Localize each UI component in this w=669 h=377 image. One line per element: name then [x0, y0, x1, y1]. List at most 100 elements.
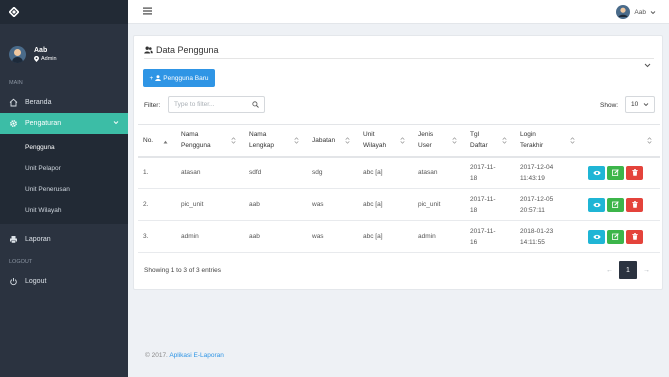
filter-field [168, 96, 265, 113]
view-button[interactable] [588, 165, 605, 180]
footer-link[interactable]: Aplikasi E-Laporan [169, 352, 224, 359]
delete-button[interactable] [626, 197, 643, 212]
col-jenis-user[interactable]: Jenis User [413, 124, 465, 158]
col-no[interactable]: No. [138, 124, 176, 158]
col-nama-lengkap[interactable]: Nama Lengkap [244, 124, 307, 158]
edit-icon [612, 169, 619, 177]
col-login-terakhir[interactable]: Login Terakhir [515, 124, 583, 158]
col-unit-wilayah[interactable]: Unit Wilayah [358, 124, 413, 158]
cell-tgl-daftar: 2017-11- 18 [465, 156, 515, 189]
pagination: ← 1 → [606, 261, 650, 279]
filter-label: Filter: [144, 102, 161, 109]
printer-icon [9, 235, 18, 244]
user-menu[interactable]: Aab [616, 5, 656, 19]
user-icon [155, 75, 162, 81]
footer: © 2017. Aplikasi E-Laporan [145, 352, 224, 359]
edit-button[interactable] [607, 197, 624, 212]
search-icon [252, 101, 259, 108]
cell-nama-pengguna: atasan [176, 156, 244, 189]
chevron-down-icon[interactable] [644, 63, 651, 68]
cell-no: 2. [138, 188, 176, 221]
page-size-select[interactable]: 10 [625, 96, 655, 113]
view-button[interactable] [588, 197, 605, 212]
table-row: 3. admin aab was abc [a] admin 2017-11- 1… [138, 220, 660, 253]
cell-actions [583, 220, 660, 253]
cell-nama-pengguna: pic_unit [176, 188, 244, 221]
cell-nama-lengkap: sdfd [244, 156, 307, 189]
user-panel: Aab Admin [0, 24, 128, 76]
cell-jenis-user: admin [413, 220, 465, 253]
sidebar-item-logout[interactable]: Logout [0, 271, 128, 292]
eye-icon [592, 234, 601, 239]
col-actions[interactable] [583, 124, 660, 158]
edit-icon [612, 201, 619, 208]
cell-login-terakhir: 2018-01-23 14:11:55 [515, 220, 583, 253]
plus-icon: + [149, 74, 154, 82]
sidebar-item-beranda[interactable]: Beranda [0, 92, 128, 113]
cell-tgl-daftar: 2017-11- 18 [465, 188, 515, 221]
cell-no: 1. [138, 156, 176, 189]
sort-icon [452, 137, 457, 148]
edit-button[interactable] [607, 229, 624, 244]
users-table: No. Nama Pengguna Nama Lengkap Jabatan Uni… [138, 124, 660, 253]
chevron-down-icon [113, 120, 119, 127]
table-row: 1. atasan sdfd sdg abc [a] atasan 2017-1… [138, 156, 660, 189]
data-panel: Data Pengguna + Pengguna Baru Filter: Sh… [133, 35, 663, 290]
cell-nama-lengkap: aab [244, 188, 307, 221]
next-page-button[interactable]: → [643, 267, 650, 274]
cell-jenis-user: pic_unit [413, 188, 465, 221]
col-jabatan[interactable]: Jabatan [307, 124, 358, 158]
sidebar-item-laporan[interactable]: Laporan [0, 229, 128, 250]
sidebar-item-unit-pelapor[interactable]: Unit Pelapor [0, 158, 128, 179]
trash-icon [631, 169, 638, 177]
top-bar: Aab [128, 0, 669, 24]
sort-asc-icon [163, 137, 168, 148]
col-tgl-daftar[interactable]: Tgl Daftar [465, 124, 515, 158]
cell-jabatan: sdg [307, 156, 358, 189]
sidebar-item-pengaturan[interactable]: Pengaturan [0, 113, 128, 134]
add-user-button[interactable]: + Pengguna Baru [143, 69, 215, 87]
filter-input[interactable] [169, 97, 249, 112]
menu-toggle-icon[interactable] [143, 7, 152, 15]
sort-icon [294, 137, 299, 148]
sort-icon [570, 137, 575, 148]
sidebar-item-unit-wilayah[interactable]: Unit Wilayah [0, 200, 128, 221]
logo-icon [9, 7, 19, 17]
trash-icon [631, 201, 638, 208]
cell-unit-wilayah: abc [a] [358, 220, 413, 253]
show-label: Show: [600, 102, 619, 109]
view-button[interactable] [588, 229, 605, 244]
brand[interactable] [0, 0, 128, 24]
avatar [9, 46, 26, 63]
map-marker-icon [34, 56, 39, 62]
cell-nama-lengkap: aab [244, 220, 307, 253]
chevron-down-icon [643, 103, 649, 107]
cell-login-terakhir: 2017-12-04 11:43:19 [515, 156, 583, 189]
delete-button[interactable] [626, 165, 643, 180]
entries-info: Showing 1 to 3 of 3 entries [144, 267, 221, 274]
title-divider [144, 58, 654, 59]
cell-tgl-daftar: 2017-11- 16 [465, 220, 515, 253]
sidebar-item-pengguna[interactable]: Pengguna [0, 137, 128, 158]
delete-button[interactable] [626, 229, 643, 244]
sidebar-item-unit-penerusan[interactable]: Unit Penerusan [0, 179, 128, 200]
table-row: 2. pic_unit aab was abc [a] pic_unit 201… [138, 188, 660, 221]
users-icon [144, 46, 153, 54]
table-header-row: No. Nama Pengguna Nama Lengkap Jabatan Uni… [138, 124, 660, 158]
cell-jabatan: was [307, 188, 358, 221]
page-1-button[interactable]: 1 [619, 261, 637, 279]
sidebar: Aab Admin MAIN Beranda Pengaturan Penggu… [0, 0, 128, 377]
cell-login-terakhir: 2017-12-05 20:57:11 [515, 188, 583, 221]
power-icon [9, 277, 18, 286]
avatar [616, 5, 631, 19]
trash-icon [631, 233, 638, 240]
eye-icon [592, 170, 601, 175]
chevron-down-icon [650, 10, 656, 14]
edit-button[interactable] [607, 165, 624, 180]
submenu-pengaturan: Pengguna Unit Pelapor Unit Penerusan Uni… [0, 134, 128, 224]
section-logout: LOGOUT [9, 259, 33, 265]
sort-icon [231, 137, 236, 148]
prev-page-button[interactable]: ← [606, 267, 613, 274]
user-role: Admin [34, 56, 57, 62]
col-nama-pengguna[interactable]: Nama Pengguna [176, 124, 244, 158]
